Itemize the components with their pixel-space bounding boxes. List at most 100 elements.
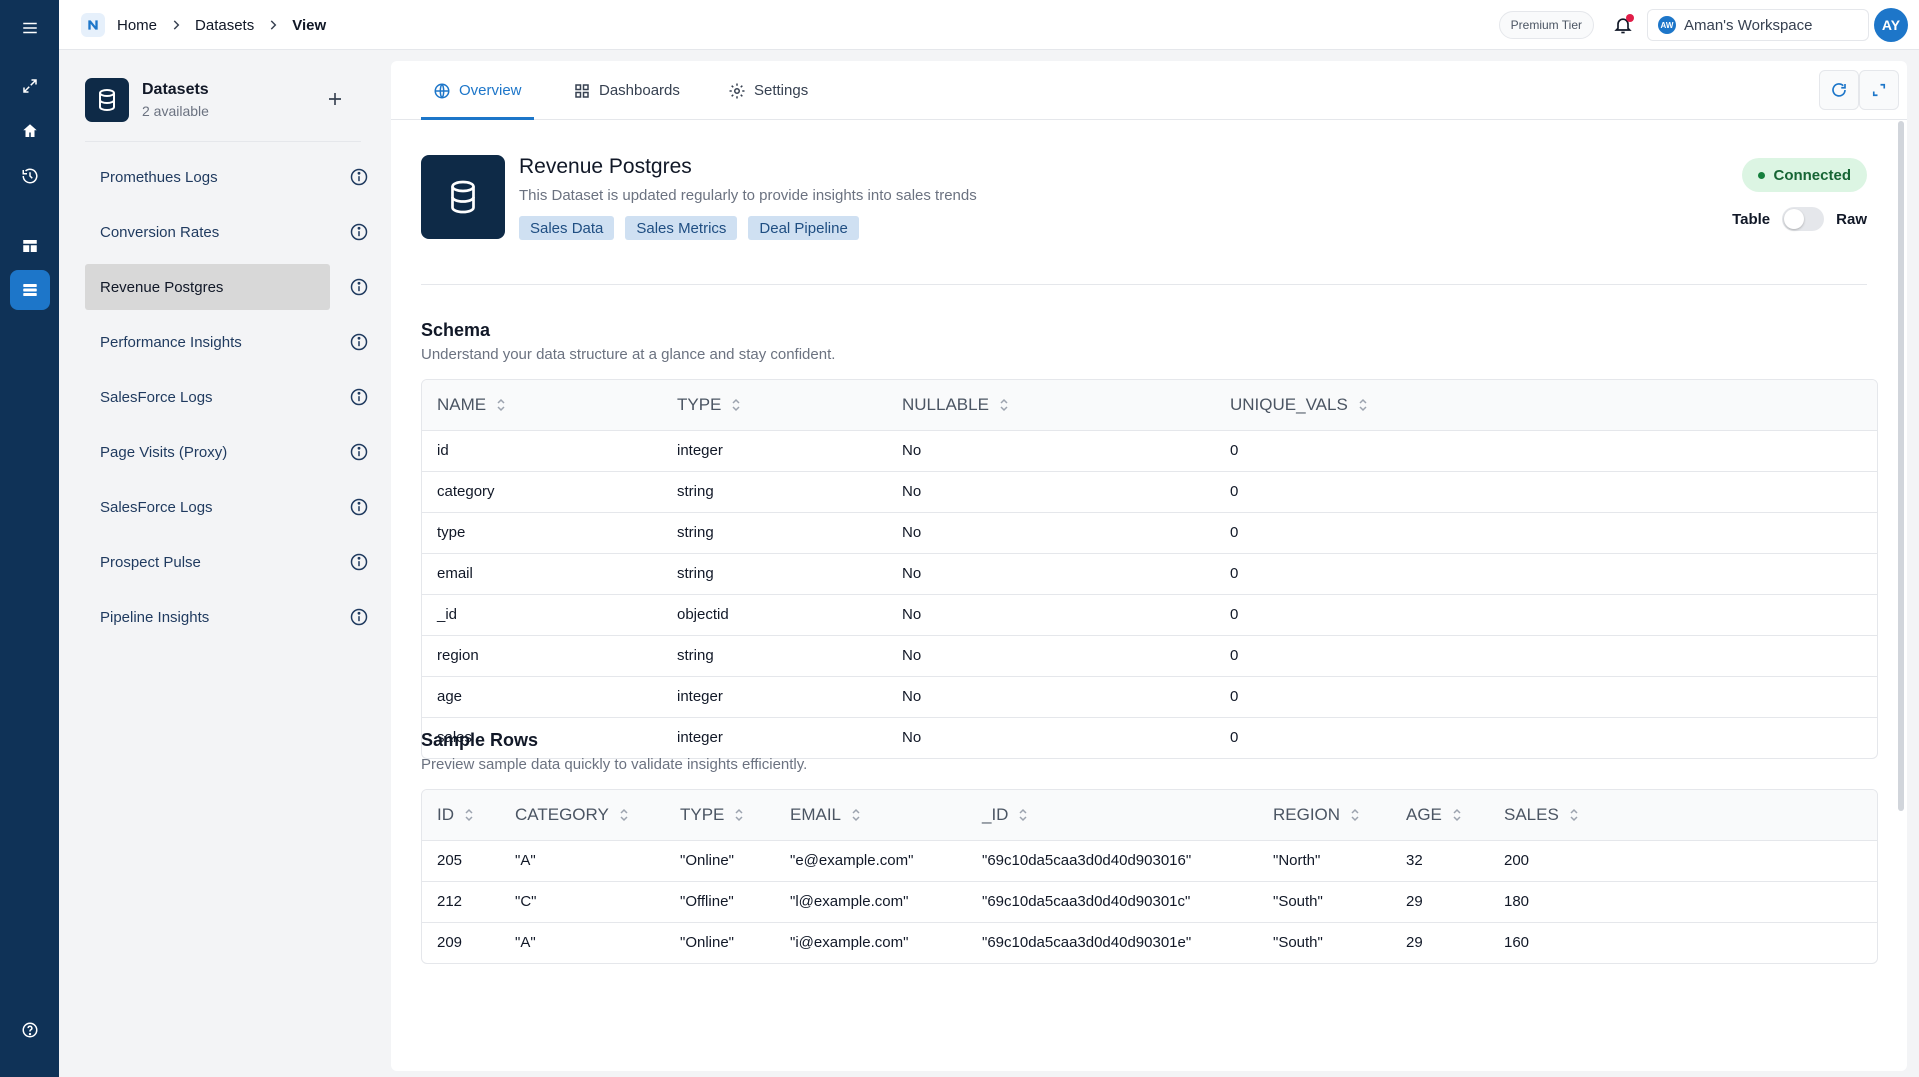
info-icon[interactable] [349,167,369,187]
history-icon[interactable] [10,156,50,196]
database-icon [85,78,129,122]
notifications-button[interactable] [1609,11,1637,39]
tab-dashboards[interactable]: Dashboards [573,61,680,120]
dashboard-icon[interactable] [10,226,50,266]
app-logo[interactable] [81,13,105,37]
table-cell: "69c10da5caa3d0d40d903016" [967,840,1258,882]
dataset-list-item[interactable]: SalesForce Logs [85,374,373,420]
dataset-list-item-label: Promethues Logs [100,168,218,186]
tab-overview[interactable]: Overview [421,61,534,120]
column-header[interactable]: SALES [1489,790,1877,841]
tab-overview-label: Overview [459,82,522,99]
workspace-name: Aman's Workspace [1684,16,1813,34]
datasets-icon[interactable] [10,270,50,310]
dataset-title: Revenue Postgres [519,155,692,178]
column-header[interactable]: _ID [967,790,1258,841]
column-header[interactable]: CATEGORY [500,790,665,841]
dataset-list-item[interactable]: Promethues Logs [85,154,373,200]
info-icon[interactable] [349,442,369,462]
home-icon[interactable] [10,111,50,151]
info-icon[interactable] [349,332,369,352]
collapse-icon[interactable] [10,66,50,106]
workspace-switcher[interactable]: AW Aman's Workspace [1647,9,1869,41]
add-dataset-button[interactable] [323,87,347,111]
sample-rows-table: ID CATEGORY TYPE EMAIL _ID REGION AGE SALES 205… [421,789,1878,964]
schema-table: NAME TYPE NULLABLE UNIQUE_VALS id integer No 0… [421,379,1878,759]
column-header[interactable]: UNIQUE_VALS [1215,380,1877,431]
column-header-label: CATEGORY [515,804,609,824]
dataset-tag[interactable]: Sales Data [519,216,615,240]
dataset-tag[interactable]: Deal Pipeline [748,216,859,240]
view-tabs: Overview Dashboards Settings [391,61,1907,120]
table-row: 209 "A" "Online" "i@example.com" "69c10da5ca… [422,922,1877,963]
table-cell: "A" [515,934,536,952]
table-cell: type [422,512,662,554]
breadcrumb-datasets[interactable]: Datasets [195,17,254,34]
info-icon[interactable] [349,607,369,627]
sort-icon [721,395,741,414]
sort-icon [486,395,506,414]
info-icon[interactable] [349,277,369,297]
refresh-button[interactable] [1819,70,1859,110]
table-cell: No [902,729,922,747]
table-cell: "North" [1258,840,1391,882]
table-cell: 180 [1489,881,1877,923]
sort-icon [1340,805,1360,824]
dataset-list-item[interactable]: Conversion Rates [85,209,373,255]
sort-icon [1008,805,1028,824]
table-row: email string No 0 [422,553,1877,595]
dataset-list-item-label: Pipeline Insights [100,608,210,626]
schema-subtitle: Understand your data structure at a glan… [421,346,836,363]
table-cell: "l@example.com" [775,881,967,923]
dataset-list-item[interactable]: Revenue Postgres [85,264,373,310]
table-cell: 0 [1215,430,1877,472]
user-avatar[interactable]: AY [1874,8,1908,42]
info-icon[interactable] [349,387,369,407]
dataset-list-item[interactable]: Page Visits (Proxy) [85,429,373,475]
info-icon[interactable] [349,497,369,517]
dataset-list-item[interactable]: Performance Insights [85,319,373,365]
table-row: region string No 0 [422,635,1877,677]
toggle-label-table: Table [1732,210,1771,228]
table-cell: 0 [1230,729,1239,747]
dataset-list-item[interactable]: SalesForce Logs [85,484,373,530]
column-header-label: ID [437,804,454,824]
section-divider [421,284,1867,285]
column-header[interactable]: ID [422,790,500,841]
column-header[interactable]: EMAIL [775,790,967,841]
expand-icon [1872,83,1886,97]
page-scrollbar[interactable] [1898,121,1904,811]
table-raw-switch[interactable] [1782,207,1825,231]
column-header[interactable]: TYPE [665,790,775,841]
tab-settings[interactable]: Settings [728,61,808,120]
column-header-label: NULLABLE [902,394,989,414]
tier-badge[interactable]: Premium Tier [1498,11,1594,39]
chevron-right-icon [270,20,277,30]
table-cell: age [422,676,662,718]
column-header[interactable]: TYPE [662,380,887,431]
column-header[interactable]: REGION [1258,790,1391,841]
table-cell: "69c10da5caa3d0d40d90301c" [967,881,1258,923]
column-header[interactable]: AGE [1391,790,1489,841]
table-cell: integer [677,729,723,747]
column-header[interactable]: NULLABLE [887,380,1215,431]
table-cell: region [422,635,662,677]
column-header[interactable]: NAME [422,380,662,431]
sort-icon [841,805,861,824]
menu-icon[interactable] [10,8,50,48]
table-row: 205 "A" "Online" "e@example.com" "69c10da5ca… [422,840,1877,882]
expand-button[interactable] [1859,70,1899,110]
info-icon[interactable] [349,552,369,572]
dataset-list-item[interactable]: Prospect Pulse [85,539,373,585]
sort-icon [724,805,744,824]
breadcrumb-home[interactable]: Home [117,17,157,34]
info-icon[interactable] [349,222,369,242]
help-icon[interactable] [10,1010,50,1050]
sort-icon [1559,805,1579,824]
tab-settings-label: Settings [754,82,809,99]
dataset-list-item-label: Page Visits (Proxy) [100,443,228,461]
dataset-list-item[interactable]: Pipeline Insights [85,594,373,640]
table-cell: 0 [1215,471,1877,513]
dataset-tag[interactable]: Sales Metrics [625,216,738,240]
column-header-label: REGION [1273,804,1341,824]
